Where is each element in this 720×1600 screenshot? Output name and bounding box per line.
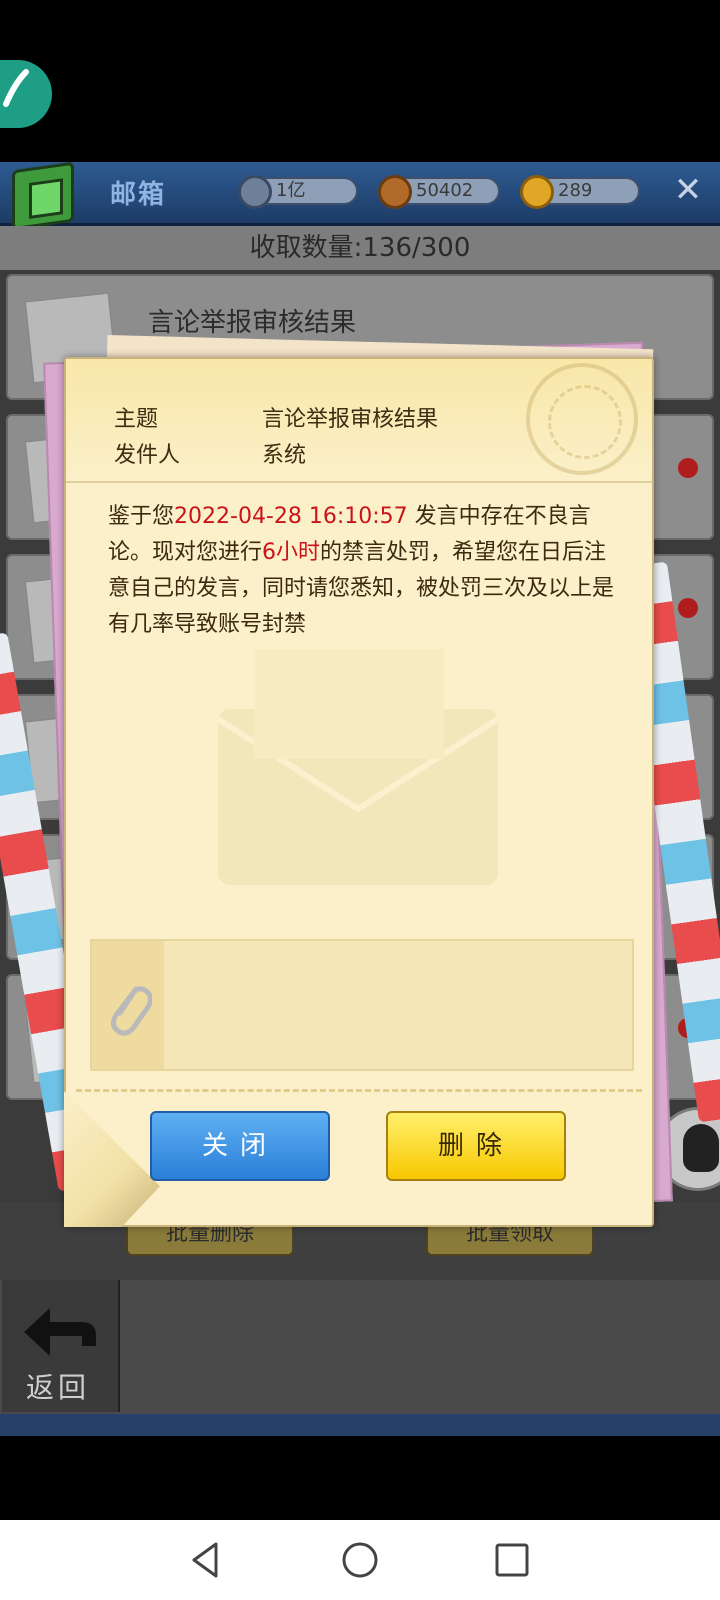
attachment-tab <box>92 941 164 1069</box>
top-bar: 邮箱 1亿 50402 289 ✕ <box>0 162 720 231</box>
system-nav-bar <box>0 1520 720 1600</box>
body-duration: 6小时 <box>262 540 321 565</box>
square-recents-icon[interactable] <box>490 1538 534 1582</box>
back-panel: 返回 <box>0 1280 720 1414</box>
delete-button[interactable]: 删除 <box>386 1111 566 1181</box>
mail-cabinet-icon <box>12 162 74 231</box>
paperclip-icon <box>110 986 152 1036</box>
postmark-icon <box>526 363 638 475</box>
mail-body: 鉴于您2022-04-28 16:10:57 发言中存在不良言论。现对您进行6小… <box>108 499 614 643</box>
close-button[interactable]: 关闭 <box>150 1111 330 1181</box>
unread-dot <box>678 598 698 618</box>
sender-label: 发件人 <box>114 443 181 468</box>
medal-icon <box>378 175 412 209</box>
leaf-icon <box>3 69 29 107</box>
resource-gold: 289 <box>520 175 640 209</box>
resource-diamond: 1亿 <box>238 175 358 209</box>
resource-value: 289 <box>558 180 593 201</box>
sender-value: 系统 <box>262 443 307 468</box>
diamond-coin-icon <box>238 175 272 209</box>
gold-coin-icon <box>520 175 554 209</box>
body-datetime: 2022-04-28 16:10:57 <box>174 504 408 529</box>
screen: 邮箱 1亿 50402 289 ✕ 收取数量:136/300 言论举报审核结果 <box>0 0 720 1600</box>
body-prefix: 鉴于您 <box>108 504 175 529</box>
floating-app-badge[interactable] <box>0 60 52 128</box>
triangle-back-icon[interactable] <box>184 1538 228 1582</box>
dialog-header: 主题 言论举报审核结果 发件人 系统 <box>66 359 652 483</box>
mail-subject: 言论举报审核结果 <box>148 308 357 338</box>
divider <box>76 1089 642 1092</box>
page-title: 邮箱 <box>110 180 167 210</box>
close-mailbox-button[interactable]: ✕ <box>666 168 710 212</box>
resource-value: 50402 <box>416 180 474 201</box>
return-arrow-icon <box>24 1308 96 1356</box>
circle-home-icon[interactable] <box>338 1538 382 1582</box>
mail-count: 收取数量:136/300 <box>0 226 720 270</box>
subject-value: 言论举报审核结果 <box>262 407 439 432</box>
resource-medal: 50402 <box>378 175 500 209</box>
envelope-watermark-icon <box>216 649 500 885</box>
resource-value: 1亿 <box>276 180 306 201</box>
attachment-area <box>90 939 634 1071</box>
mail-detail-dialog: 主题 言论举报审核结果 发件人 系统 鉴于您2022-04-28 16:10:5… <box>64 357 654 1227</box>
page-curl <box>64 1091 160 1227</box>
unread-dot <box>678 458 698 478</box>
subject-label: 主题 <box>114 407 159 432</box>
game-screen: 邮箱 1亿 50402 289 ✕ 收取数量:136/300 言论举报审核结果 <box>0 162 720 1436</box>
back-button[interactable]: 返回 <box>2 1280 120 1412</box>
back-label: 返回 <box>26 1371 91 1404</box>
